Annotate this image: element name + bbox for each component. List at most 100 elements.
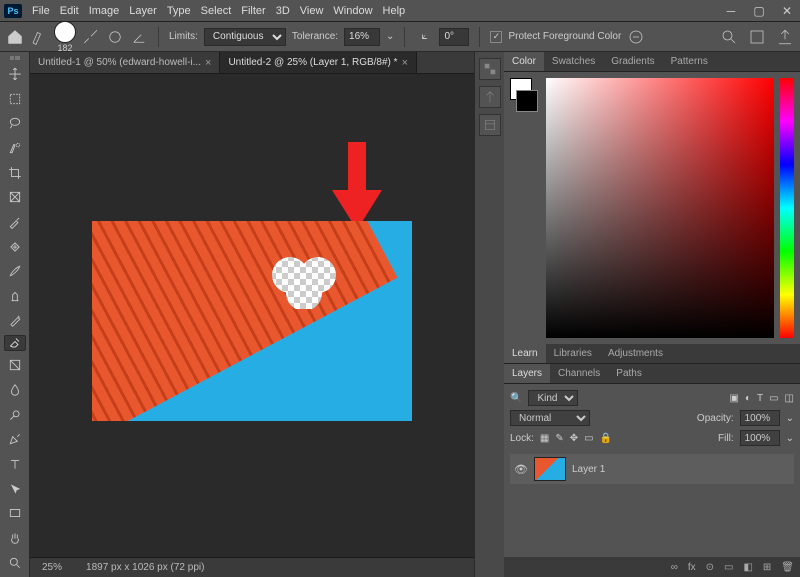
lock-position-icon[interactable]: ✥ [570,433,578,444]
new-layer-icon[interactable]: ⊞ [763,562,771,573]
quick-select-tool[interactable] [4,138,26,159]
marquee-tool[interactable] [4,88,26,109]
frame-tool[interactable] [4,187,26,208]
move-tool[interactable] [4,64,26,85]
adjustment-layer-icon[interactable]: ▭ [724,562,733,573]
group-icon[interactable]: ◧ [743,562,752,573]
menu-image[interactable]: Image [89,5,120,17]
menu-view[interactable]: View [300,5,324,17]
path-select-tool[interactable] [4,478,26,499]
filter-smart-icon[interactable]: ◫ [785,393,794,404]
delete-layer-icon[interactable]: 🗑 [781,562,794,573]
close-icon[interactable]: × [205,57,211,69]
color-picker-field[interactable] [546,78,774,338]
canvas[interactable] [30,74,474,557]
hand-tool[interactable] [4,528,26,549]
limits-select[interactable]: Contiguous [204,28,286,46]
fill-input[interactable] [740,430,780,446]
filter-pixel-icon[interactable]: ▣ [729,393,738,404]
lasso-tool[interactable] [4,113,26,134]
panel-icon-1[interactable] [479,58,501,80]
background-swatch[interactable] [516,90,538,112]
rectangle-tool[interactable] [4,503,26,524]
tab-patterns[interactable]: Patterns [663,52,716,71]
protect-foreground-checkbox[interactable] [490,31,502,43]
tab-gradients[interactable]: Gradients [603,52,662,71]
opacity-input[interactable] [740,410,780,426]
brush-tool[interactable] [4,261,26,282]
hue-slider[interactable] [780,78,794,338]
share-icon[interactable] [776,28,794,46]
maximize-icon[interactable]: ▢ [750,4,768,18]
layer-fx-icon[interactable]: fx [688,562,696,573]
doc-tab-2[interactable]: Untitled-2 @ 25% (Layer 1, RGB/8#) * × [220,52,417,73]
menu-filter[interactable]: Filter [241,5,265,17]
layer-mask-icon[interactable]: ⊙ [706,562,714,573]
filter-type-icon[interactable]: T [757,393,763,404]
doc-tab-1[interactable]: Untitled-1 @ 50% (edward-howell-i... × [30,52,220,73]
tool-preset-icon[interactable] [30,28,48,46]
dodge-tool[interactable] [4,404,26,425]
filter-icon[interactable]: 🔍 [510,393,522,404]
panel-icon-3[interactable] [479,114,501,136]
layer-thumbnail[interactable] [534,457,566,481]
menu-type[interactable]: Type [167,5,191,17]
panel-icon-2[interactable] [479,86,501,108]
blur-tool[interactable] [4,380,26,401]
healing-tool[interactable] [4,236,26,257]
tolerance-scrubby-icon[interactable]: ⌄ [386,31,394,42]
menu-file[interactable]: File [32,5,50,17]
menu-layer[interactable]: Layer [129,5,157,17]
tab-learn[interactable]: Learn [504,344,546,363]
minimize-icon[interactable]: ─ [722,4,740,18]
crop-tool[interactable] [4,162,26,183]
menu-edit[interactable]: Edit [60,5,79,17]
filter-shape-icon[interactable]: ▭ [769,393,778,404]
menu-help[interactable]: Help [383,5,406,17]
kind-select[interactable]: Kind [528,390,578,406]
type-tool[interactable] [4,454,26,475]
tab-layers[interactable]: Layers [504,364,550,383]
toolbar-grip[interactable] [10,56,20,60]
blend-mode-select[interactable]: Normal [510,410,590,426]
menu-3d[interactable]: 3D [276,5,290,17]
tab-swatches[interactable]: Swatches [544,52,603,71]
history-brush-tool[interactable] [4,310,26,331]
lock-all-icon[interactable]: 🔒 [600,433,612,444]
angle-input[interactable] [439,28,469,46]
tab-libraries[interactable]: Libraries [546,344,600,363]
filter-adjust-icon[interactable]: ◐ [745,393,751,404]
menu-window[interactable]: Window [333,5,372,17]
brush-angle-icon[interactable] [130,28,148,46]
pressure-opacity-icon[interactable] [627,28,645,46]
tab-paths[interactable]: Paths [608,364,650,383]
search-icon[interactable] [720,28,738,46]
eyedropper-tool[interactable] [4,212,26,233]
lock-transparent-icon[interactable]: ▦ [540,433,549,444]
tab-channels[interactable]: Channels [550,364,608,383]
lock-paint-icon[interactable]: ✎ [555,433,563,444]
home-icon[interactable] [6,28,24,46]
pen-tool[interactable] [4,429,26,450]
gradient-tool[interactable] [4,355,26,376]
visibility-toggle-icon[interactable]: 👁 [514,463,528,476]
close-icon[interactable]: ✕ [778,4,796,18]
tab-adjustments[interactable]: Adjustments [600,344,671,363]
tolerance-input[interactable] [344,28,380,46]
brush-settings-icon[interactable] [82,28,100,46]
clone-stamp-tool[interactable] [4,286,26,307]
close-icon[interactable]: × [402,57,408,69]
link-layers-icon[interactable]: ∞ [671,562,678,573]
chevron-down-icon[interactable]: ⌄ [786,433,794,444]
menu-select[interactable]: Select [201,5,232,17]
brush-pressure-icon[interactable] [106,28,124,46]
layer-name[interactable]: Layer 1 [572,464,605,475]
workspace-icon[interactable] [748,28,766,46]
layer-row[interactable]: 👁 Layer 1 [510,454,794,484]
brush-preview[interactable] [54,21,76,43]
tab-color[interactable]: Color [504,52,544,71]
lock-artboard-icon[interactable]: ▭ [584,433,593,444]
status-zoom[interactable]: 25% [42,562,62,573]
eraser-tool[interactable] [4,335,26,351]
zoom-tool[interactable] [4,552,26,573]
